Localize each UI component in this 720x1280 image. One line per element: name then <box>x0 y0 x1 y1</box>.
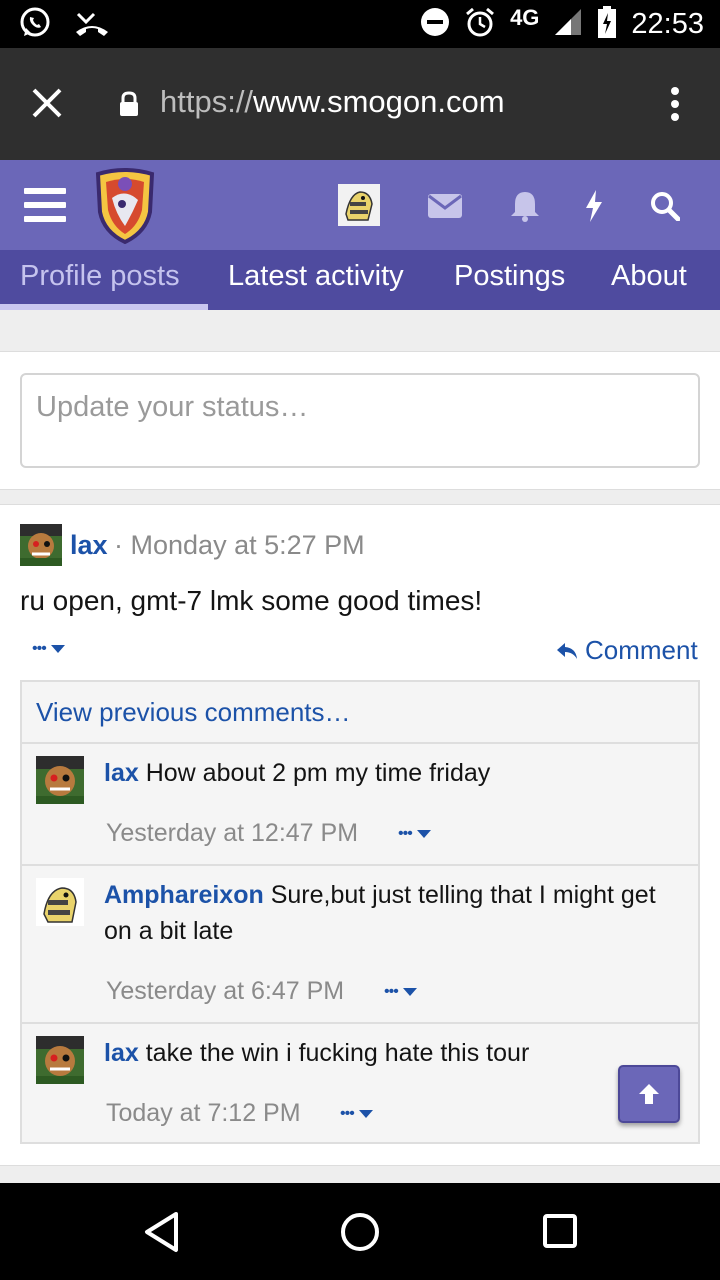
more-dots: ••• <box>32 640 47 657</box>
tab-latest-activity[interactable]: Latest activity <box>228 260 404 293</box>
comment-divider <box>22 1022 698 1024</box>
comments-section: View previous comments… lax How about 2 … <box>20 680 700 1144</box>
url-scheme: https:// <box>160 84 254 119</box>
comment-button[interactable]: Comment <box>555 635 698 666</box>
home-icon[interactable] <box>339 1211 381 1258</box>
comment-text: lax take the win i fucking hate this tou… <box>104 1035 684 1071</box>
comment-divider <box>22 742 698 744</box>
tab-profile-posts[interactable]: Profile posts <box>20 260 180 293</box>
comment-more-menu[interactable]: ••• <box>384 983 418 1001</box>
lock-icon <box>118 91 140 122</box>
alarm-icon <box>464 6 496 43</box>
chevron-down-icon <box>416 830 431 838</box>
comment-author[interactable]: lax <box>104 1039 139 1067</box>
tab-postings[interactable]: Postings <box>454 260 565 293</box>
envelope-icon[interactable] <box>428 194 462 223</box>
comment-label: Comment <box>585 635 698 665</box>
comment-author[interactable]: lax <box>104 759 139 787</box>
chevron-down-icon <box>402 988 417 996</box>
comment-text: lax How about 2 pm my time friday <box>104 755 684 791</box>
back-icon[interactable] <box>142 1211 182 1258</box>
smogon-logo[interactable] <box>92 168 158 249</box>
site-header <box>0 160 720 250</box>
lightning-icon[interactable] <box>584 190 604 227</box>
post-author[interactable]: lax <box>70 530 108 561</box>
comment-body: take the win i fucking hate this tour <box>145 1039 530 1067</box>
navigation-bar <box>0 1183 720 1280</box>
reply-icon <box>557 642 577 659</box>
signal-icon <box>553 7 583 42</box>
profile-tabs: Profile posts Latest activity Postings A… <box>0 250 720 310</box>
tab-about[interactable]: About <box>611 260 687 293</box>
avatar[interactable] <box>36 878 84 926</box>
comment-more-menu[interactable]: ••• <box>398 825 432 843</box>
status-input[interactable]: Update your status… <box>20 373 700 468</box>
divider <box>0 310 720 352</box>
more-dots: ••• <box>384 983 399 1000</box>
status-bar: 4G 22:53 <box>0 0 720 48</box>
url-host: www.smogon.com <box>253 84 505 119</box>
post-timestamp: · Monday at 5:27 PM <box>114 530 365 561</box>
comment-text: Amphareixon Sure,but just telling that I… <box>104 877 684 949</box>
comment-time[interactable]: Today at 7:12 PM <box>106 1099 301 1128</box>
more-dots: ••• <box>398 825 413 842</box>
dnd-icon <box>420 7 450 42</box>
avatar[interactable] <box>338 184 380 226</box>
clock: 22:53 <box>631 7 704 40</box>
view-previous-comments[interactable]: View previous comments… <box>36 697 351 728</box>
whatsapp-icon <box>18 6 52 45</box>
bell-icon[interactable] <box>510 190 540 227</box>
post-more-menu[interactable]: ••• <box>32 640 66 658</box>
hamburger-icon[interactable] <box>24 188 66 227</box>
network-type: 4G <box>510 5 540 30</box>
avatar[interactable] <box>36 756 84 804</box>
comment-author[interactable]: Amphareixon <box>104 881 264 909</box>
arrow-up-icon <box>639 1084 659 1104</box>
scroll-to-top-button[interactable] <box>618 1065 680 1123</box>
comment-body: How about 2 pm my time friday <box>145 759 491 787</box>
avatar[interactable] <box>36 1036 84 1084</box>
avatar[interactable] <box>20 524 62 566</box>
url-bar[interactable]: https://www.smogon.com <box>160 84 505 120</box>
post-time[interactable]: Monday at 5:27 PM <box>131 530 365 560</box>
more-dots: ••• <box>340 1105 355 1122</box>
chevron-down-icon <box>50 645 65 653</box>
status-placeholder: Update your status… <box>36 391 309 423</box>
divider <box>0 489 720 505</box>
search-icon[interactable] <box>650 191 681 226</box>
more-vert-icon[interactable] <box>668 86 682 127</box>
browser-toolbar: https://www.smogon.com <box>0 48 720 160</box>
divider <box>0 1165 720 1183</box>
missed-call-icon <box>74 8 110 43</box>
recents-icon[interactable] <box>542 1213 578 1254</box>
meta-separator: · <box>114 530 123 560</box>
close-icon[interactable] <box>28 84 66 127</box>
comment-time[interactable]: Yesterday at 12:47 PM <box>106 819 358 848</box>
comment-more-menu[interactable]: ••• <box>340 1105 374 1123</box>
battery-charging-icon <box>597 5 617 43</box>
post-body: ru open, gmt-7 lmk some good times! <box>20 585 483 616</box>
comment-divider <box>22 864 698 866</box>
chevron-down-icon <box>358 1110 373 1118</box>
comment-time[interactable]: Yesterday at 6:47 PM <box>106 977 344 1006</box>
